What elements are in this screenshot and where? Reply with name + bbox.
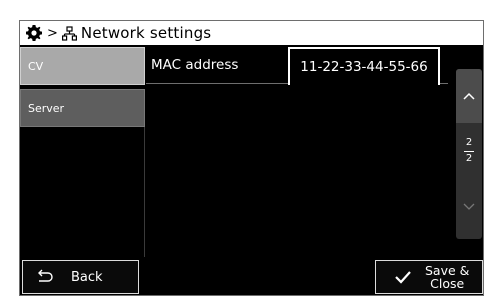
sidebar-item-label: CV: [28, 59, 44, 73]
save-and-close-button[interactable]: Save & Close: [375, 260, 483, 294]
scroll-down-button[interactable]: [456, 177, 482, 237]
sidebar-empty-area: [20, 127, 145, 257]
page-title: Network settings: [80, 24, 212, 42]
mac-address-row: MAC address 11-22-33-44-55-66: [146, 47, 448, 87]
sidebar-item-label: Server: [28, 101, 65, 115]
back-button[interactable]: Back: [22, 260, 139, 294]
back-button-label: Back: [71, 269, 103, 285]
chevron-down-icon: [463, 203, 475, 210]
mac-address-value: 11-22-33-44-55-66: [288, 47, 440, 87]
gear-icon[interactable]: [24, 23, 44, 43]
page-indicator: 2 2: [456, 133, 482, 171]
bottom-bar: Back Save & Close: [20, 257, 483, 295]
page-divider: [464, 151, 474, 152]
mac-address-label: MAC address: [151, 57, 239, 73]
page-scroller: 2 2: [456, 69, 482, 239]
chevron-up-icon: [463, 92, 475, 100]
network-settings-screen: > Network settings CV Server MAC address…: [19, 20, 484, 296]
content-area: [146, 85, 448, 257]
current-page: 2: [465, 137, 473, 148]
mac-address-text: 11-22-33-44-55-66: [300, 59, 428, 75]
sidebar-item-cv[interactable]: CV: [20, 47, 145, 85]
save-and-close-label: Save & Close: [425, 263, 470, 291]
title-bar: > Network settings: [20, 21, 483, 45]
checkmark-icon: [395, 271, 411, 284]
sidebar-item-server[interactable]: Server: [20, 89, 145, 127]
scroll-up-button[interactable]: [456, 69, 482, 123]
total-pages: 2: [465, 153, 473, 164]
return-arrow-icon: [38, 269, 53, 282]
breadcrumb-separator: >: [47, 25, 58, 41]
network-icon: [61, 25, 77, 41]
